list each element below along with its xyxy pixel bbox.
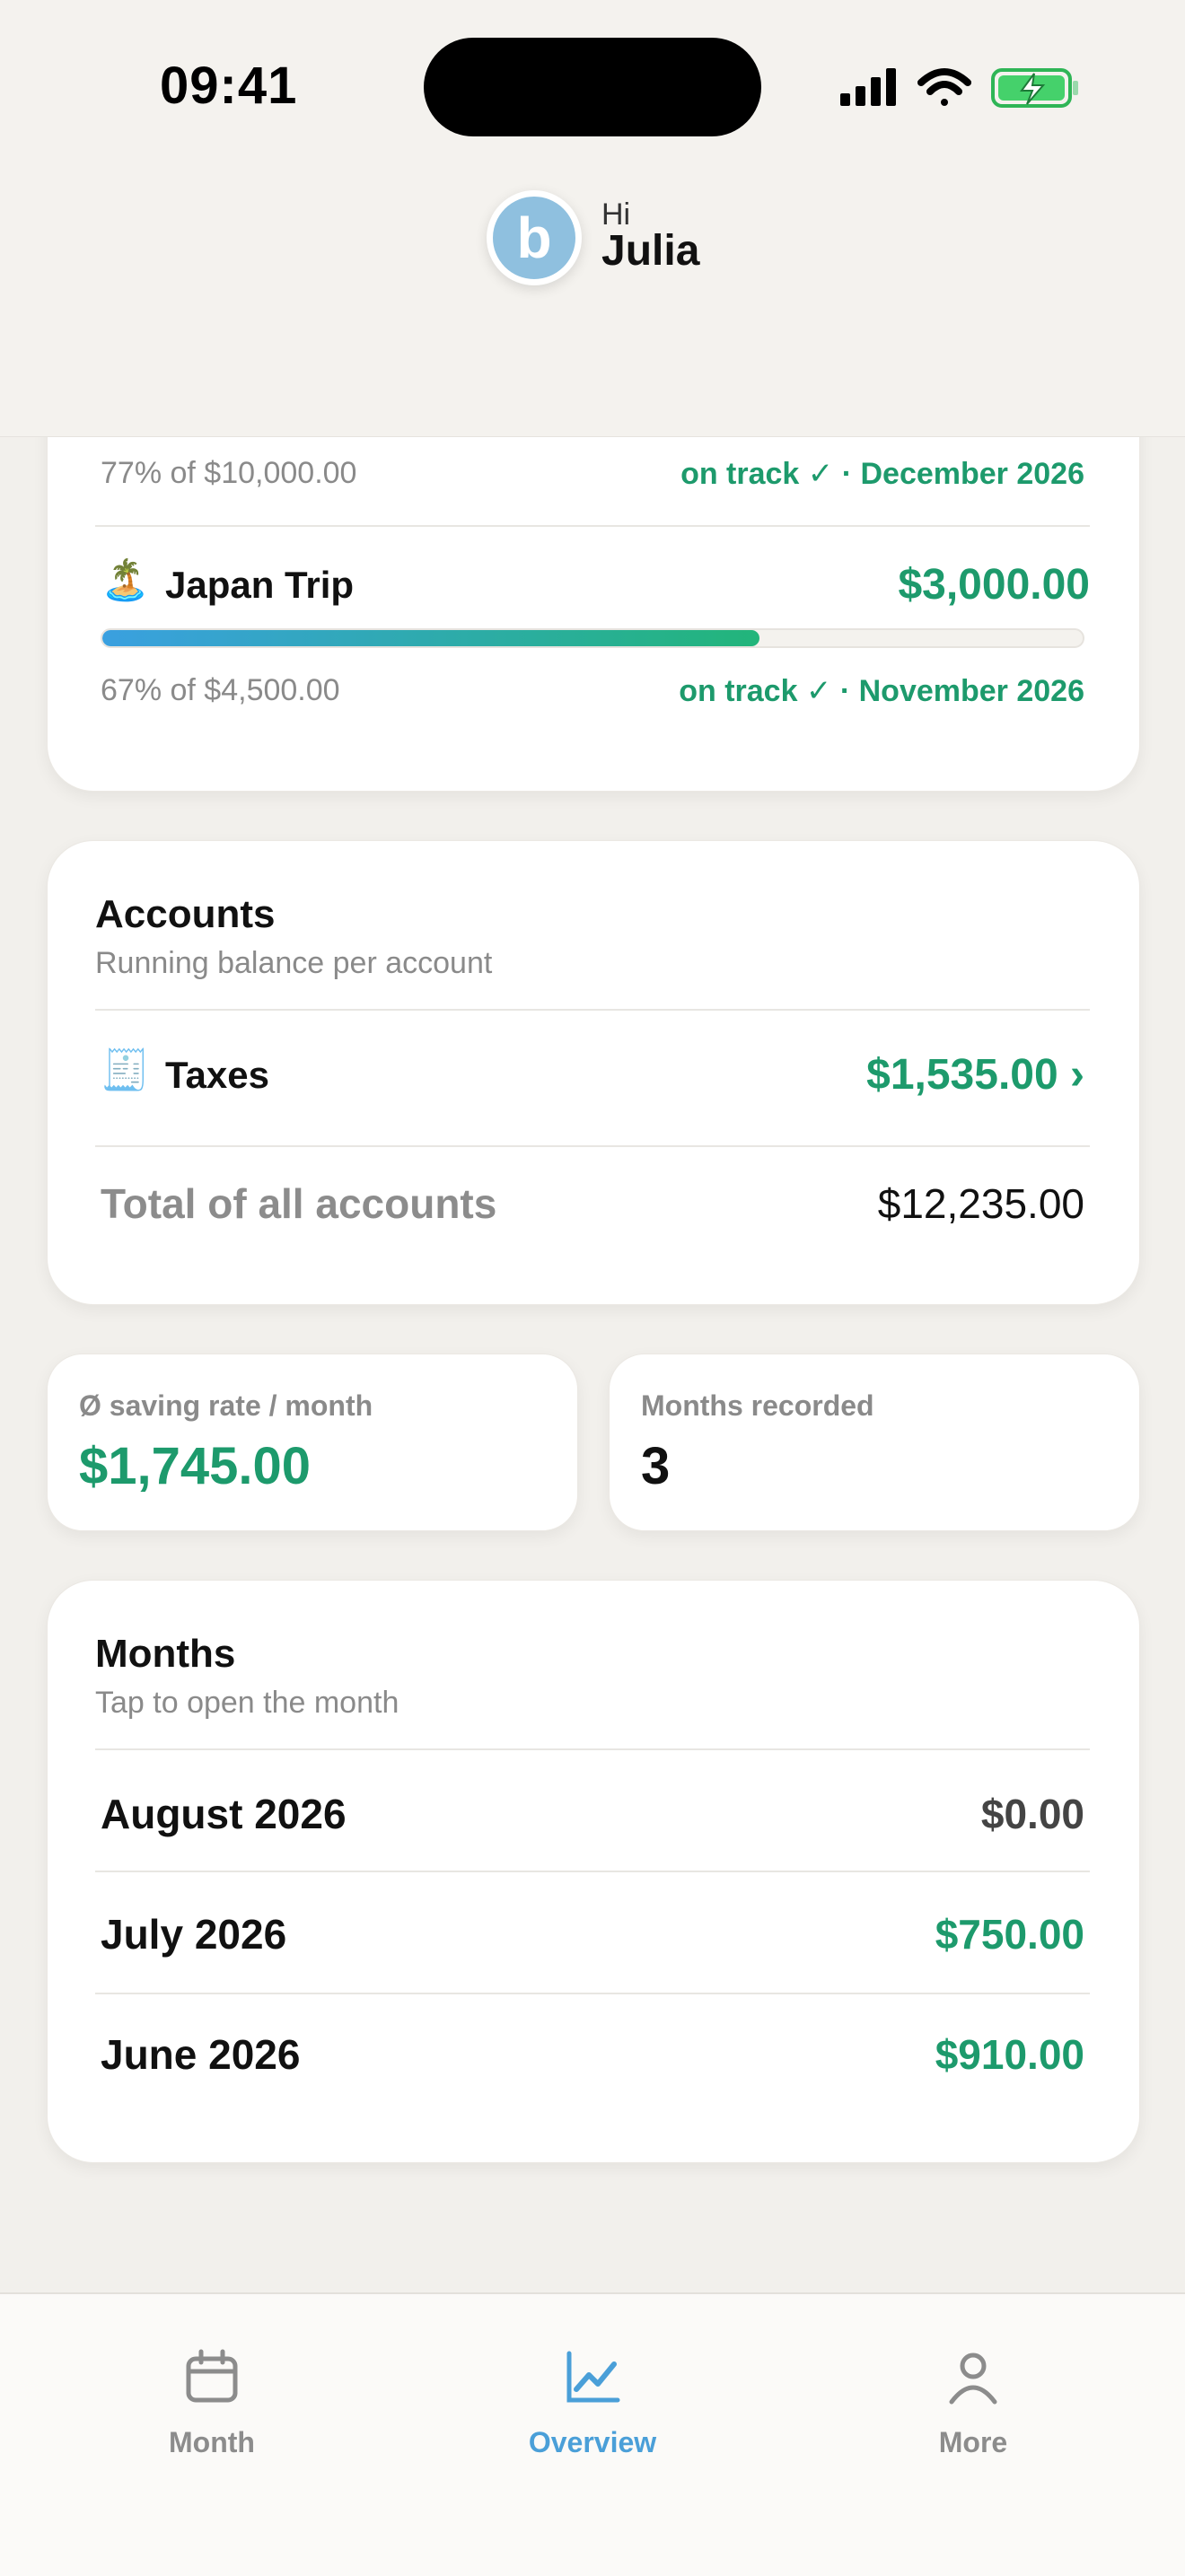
tab-label: Month — [169, 2426, 255, 2458]
month-amount: $750.00 — [935, 1911, 1084, 1958]
user-name: Julia — [601, 227, 700, 275]
total-accounts-label: Total of all accounts — [101, 1180, 497, 1227]
goal-name: Japan Trip — [165, 564, 355, 606]
battery-icon — [991, 68, 1078, 108]
divider — [95, 1748, 1090, 1750]
divider — [95, 1009, 1090, 1011]
account-row-taxes[interactable]: 🧾 Taxes $1,535.00 › — [95, 1032, 1090, 1113]
goal-amount: $3,000.00 — [898, 561, 1090, 609]
goal-progress-fill — [102, 630, 759, 646]
month-row-june-2026[interactable]: June 2026 $910.00 — [95, 1996, 1090, 2115]
saving-rate-label: Ø saving rate / month — [79, 1389, 373, 1422]
dynamic-island — [424, 38, 761, 136]
tab-month[interactable]: Month — [95, 2348, 329, 2459]
month-label: August 2026 — [101, 1791, 347, 1837]
goal-progress-bar — [101, 628, 1084, 648]
months-subtitle: Tap to open the month — [95, 1686, 399, 1720]
island-emoji: 🏝️ — [101, 558, 150, 602]
chart-icon — [566, 2351, 620, 2403]
status-icons — [840, 68, 1078, 108]
months-recorded-value: 3 — [641, 1437, 671, 1495]
tab-label: Overview — [528, 2426, 657, 2458]
month-amount: $0.00 — [980, 1791, 1084, 1837]
chevron-right-icon: › — [1070, 1051, 1084, 1099]
total-accounts-value: $12,235.00 — [877, 1180, 1084, 1227]
accounts-subtitle: Running balance per account — [95, 946, 493, 980]
months-title: Months — [95, 1632, 236, 1676]
saving-rate-value: $1,745.00 — [79, 1437, 312, 1495]
tab-overview[interactable]: Overview — [476, 2348, 709, 2459]
goal-status-text: on track ✓ · November 2026 — [679, 674, 1084, 708]
receipt-emoji: 🧾 — [101, 1048, 150, 1092]
avatar-letter: b — [516, 206, 552, 270]
accounts-title: Accounts — [95, 892, 276, 936]
divider — [95, 1145, 1090, 1147]
goal-progress-text: 67% of $4,500.00 — [101, 673, 340, 707]
account-name: Taxes — [165, 1054, 269, 1096]
tab-label: More — [938, 2426, 1008, 2458]
tab-more[interactable]: More — [856, 2348, 1090, 2459]
person-icon — [949, 2353, 997, 2405]
month-label: July 2026 — [101, 1911, 287, 1958]
month-amount: $910.00 — [935, 2031, 1084, 2078]
goal-row-japan-trip[interactable]: 🏝️ Japan Trip $3,000.00 — [95, 548, 1090, 619]
goal-progress-text: 77% of $10,000.00 — [101, 456, 357, 490]
months-recorded-card — [609, 1354, 1140, 1531]
month-row-august-2026[interactable]: August 2026 $0.00 — [95, 1752, 1090, 1871]
status-time: 09:41 — [160, 57, 298, 115]
months-recorded-label: Months recorded — [641, 1389, 874, 1422]
divider — [95, 1871, 1090, 1872]
divider — [95, 1993, 1090, 1994]
month-label: June 2026 — [101, 2031, 301, 2078]
signal-icon — [840, 68, 896, 106]
header: 09:41 b Hi Julia — [0, 0, 1185, 437]
calendar-icon — [186, 2349, 238, 2403]
month-row-july-2026[interactable]: July 2026 $750.00 — [95, 1874, 1090, 1993]
goal-status-text: on track ✓ · December 2026 — [680, 457, 1084, 491]
account-amount: $1,535.00 › — [866, 1050, 1084, 1100]
wifi-icon — [917, 68, 971, 106]
account-amount-value: $1,535.00 — [866, 1051, 1058, 1099]
tab-bar: Month Overview More — [0, 2292, 1185, 2576]
avatar[interactable]: b — [487, 190, 582, 285]
divider — [95, 525, 1090, 527]
